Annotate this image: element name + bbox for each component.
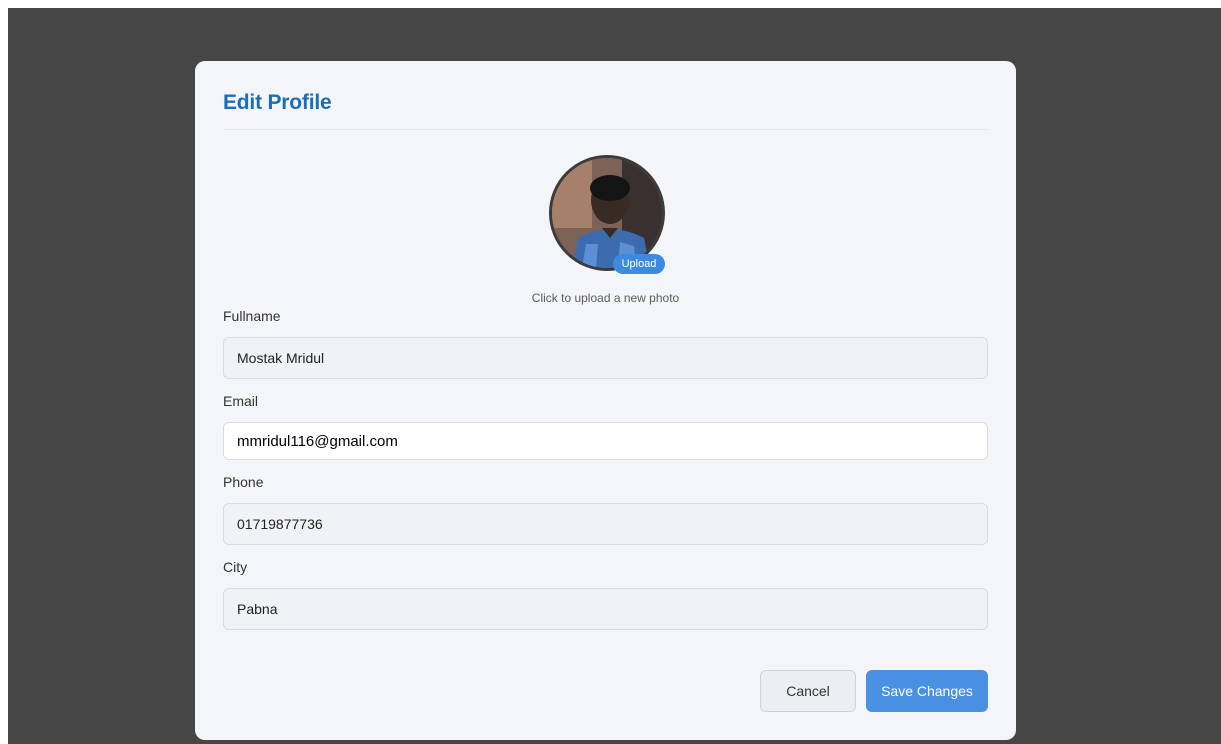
fullname-input[interactable] (223, 337, 988, 379)
avatar-upload[interactable]: Upload (549, 155, 665, 274)
email-label: Email (223, 393, 259, 409)
phone-label: Phone (223, 474, 264, 490)
cancel-button[interactable]: Cancel (760, 670, 856, 712)
phone-field-group: Phone (223, 474, 988, 545)
email-field-group: Email (223, 393, 988, 460)
phone-input[interactable] (223, 503, 988, 545)
modal-title: Edit Profile (223, 91, 332, 114)
fullname-field-group: Fullname (223, 308, 988, 379)
city-field-group: City (223, 559, 988, 630)
modal-footer: Cancel Save Changes (760, 670, 988, 712)
upload-hint: Click to upload a new photo (531, 291, 680, 305)
save-changes-button[interactable]: Save Changes (866, 670, 988, 712)
email-input[interactable] (223, 422, 988, 460)
city-input[interactable] (223, 588, 988, 630)
city-label: City (223, 559, 248, 575)
avatar-section: Upload Click to upload a new photo (223, 130, 988, 308)
edit-profile-modal: Edit Profile Upload Click to upload a ne… (195, 61, 1016, 740)
profile-photo (552, 158, 662, 268)
upload-button[interactable]: Upload (613, 254, 665, 274)
fullname-label: Fullname (223, 308, 281, 324)
